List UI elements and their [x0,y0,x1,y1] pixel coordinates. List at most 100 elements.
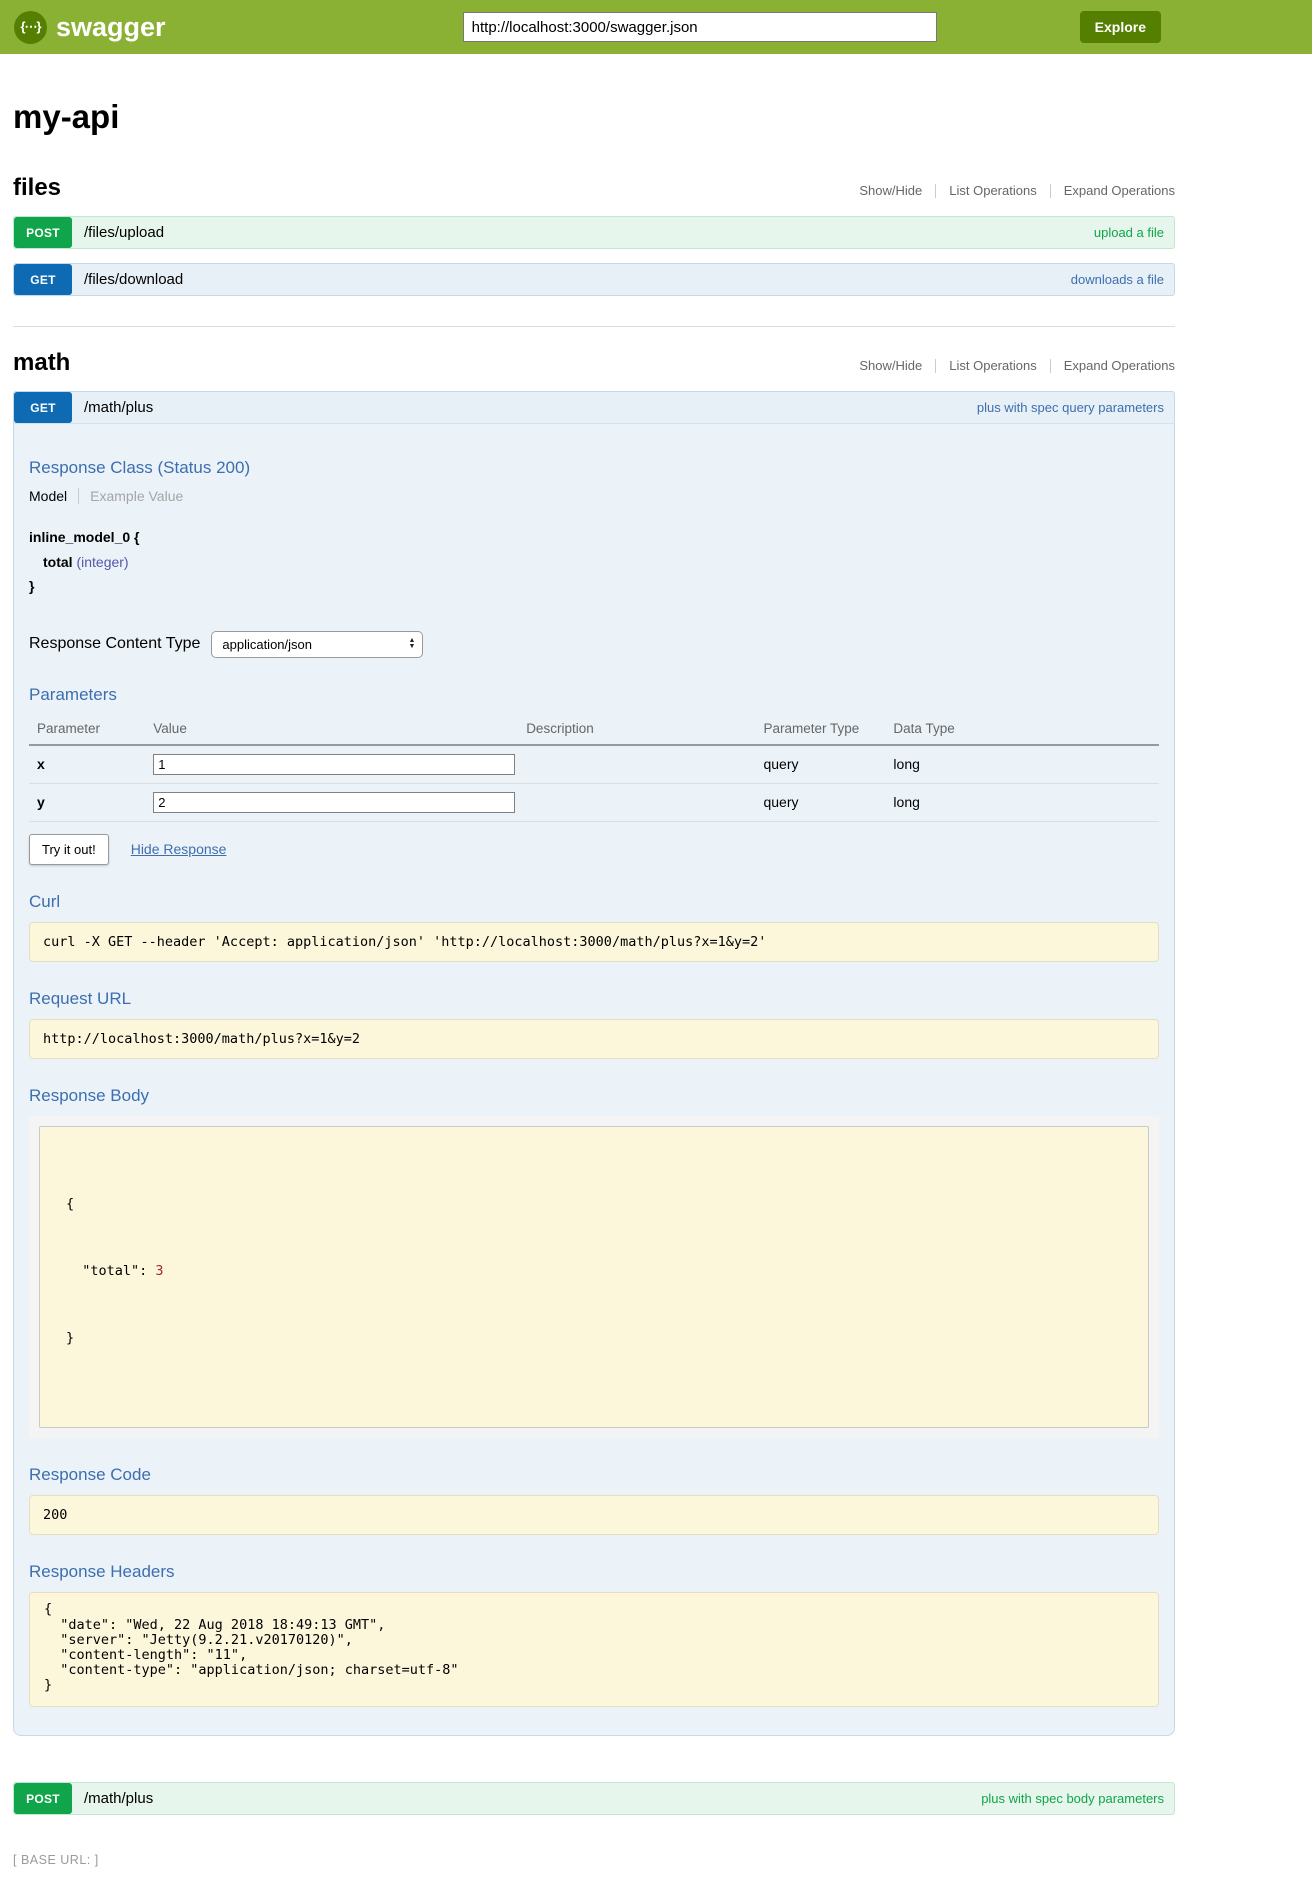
response-body-heading: Response Body [29,1086,1159,1106]
model-close: } [29,574,1159,599]
control-separator [935,359,936,373]
operation-post-math-plus: POST /math/plus plus with spec body para… [13,1782,1175,1815]
response-code-value: 200 [29,1495,1159,1535]
col-value: Value [153,715,526,745]
curl-command: curl -X GET --header 'Accept: applicatio… [29,922,1159,962]
operation-path-link[interactable]: /files/upload [84,224,164,241]
response-code-heading: Response Code [29,1465,1159,1485]
model-property: total (integer) [29,550,1159,575]
parameters-table: Parameter Value Description Parameter Ty… [29,715,1159,822]
operation-summary-link[interactable]: downloads a file [1071,272,1164,287]
col-parameter-type: Parameter Type [763,715,893,745]
parameters-heading: Parameters [29,685,1159,705]
param-name: x [29,745,153,784]
resource-name-files[interactable]: files [13,174,61,202]
select-arrows-icon: ▲▼ [408,638,415,650]
operation-heading: GET /math/plus plus with spec query para… [13,391,1175,424]
operation-path-link[interactable]: /math/plus [84,1790,153,1807]
param-name: y [29,783,153,821]
method-badge-post: POST [14,1783,72,1814]
model-open: inline_model_0 { [29,525,1159,550]
swagger-logo-icon: {⋯} [14,11,47,44]
operation-summary-link[interactable]: plus with spec body parameters [981,1791,1164,1806]
tab-model[interactable]: Model [29,488,79,504]
operation-path-link[interactable]: /math/plus [84,399,153,416]
operation-summary-link[interactable]: upload a file [1094,225,1164,240]
explore-button[interactable]: Explore [1080,11,1161,43]
hide-response-link[interactable]: Hide Response [131,841,227,857]
resource-files-header: files Show/Hide List Operations Expand O… [13,174,1175,202]
response-body-container: { "total": 3 } [29,1116,1159,1439]
selected-content-type: application/json [222,637,312,652]
json-open: { [66,1196,74,1212]
expand-operations-link[interactable]: Expand Operations [1064,183,1175,198]
control-separator [1050,359,1051,373]
response-content-type-row: Response Content Type application/json ▲… [29,631,1159,658]
resource-math-header: math Show/Hide List Operations Expand Op… [13,349,1175,377]
response-class-heading: Response Class (Status 200) [29,458,1159,478]
tab-example-value[interactable]: Example Value [79,488,183,504]
content-wrap: my-api files Show/Hide List Operations E… [13,98,1175,1897]
base-url-footer: [ BASE URL: ] [13,1853,1175,1867]
try-it-out-row: Try it out! Hide Response [29,834,1159,865]
response-headers-heading: Response Headers [29,1562,1159,1582]
show-hide-link[interactable]: Show/Hide [859,358,922,373]
expand-operations-link[interactable]: Expand Operations [1064,358,1175,373]
header-bar: {⋯} swagger Explore [0,0,1312,54]
param-data-type: long [893,745,1159,784]
param-x-input[interactable] [153,754,515,775]
curl-heading: Curl [29,892,1159,912]
control-separator [1050,184,1051,198]
operation-panel: Response Class (Status 200) Model Exampl… [13,424,1175,1736]
resource-math-controls: Show/Hide List Operations Expand Operati… [859,358,1175,373]
try-it-out-button[interactable]: Try it out! [29,834,109,865]
property-name: total [43,554,73,570]
param-data-type: long [893,783,1159,821]
param-description [526,745,763,784]
param-type: query [763,745,893,784]
param-type: query [763,783,893,821]
param-description [526,783,763,821]
json-total-key: "total": [66,1263,155,1279]
operation-heading: POST /files/upload upload a file [13,216,1175,249]
resource-math: math Show/Hide List Operations Expand Op… [13,349,1175,1815]
list-operations-link[interactable]: List Operations [949,183,1036,198]
model-tabs: Model Example Value [29,488,1159,504]
brand-title: swagger [56,12,166,43]
param-y-input[interactable] [153,792,515,813]
resource-files-controls: Show/Hide List Operations Expand Operati… [859,183,1175,198]
operation-summary-link[interactable]: plus with spec query parameters [977,400,1164,415]
method-badge-get: GET [14,392,72,423]
request-url-value: http://localhost:3000/math/plus?x=1&y=2 [29,1019,1159,1059]
list-operations-link[interactable]: List Operations [949,358,1036,373]
json-total-value: 3 [155,1263,163,1279]
parameter-row-y: y query long [29,783,1159,821]
col-description: Description [526,715,763,745]
spec-url-input[interactable] [463,12,937,42]
method-badge-get: GET [14,264,72,295]
swagger-brand-link[interactable]: {⋯} swagger [14,11,166,44]
operation-get-math-plus: GET /math/plus plus with spec query para… [13,391,1175,1736]
show-hide-link[interactable]: Show/Hide [859,183,922,198]
parameters-header-row: Parameter Value Description Parameter Ty… [29,715,1159,745]
operation-heading: POST /math/plus plus with spec body para… [13,1782,1175,1815]
response-headers-json: { "date": "Wed, 22 Aug 2018 18:49:13 GMT… [29,1592,1159,1707]
request-url-heading: Request URL [29,989,1159,1009]
resource-name-math[interactable]: math [13,349,70,377]
col-parameter: Parameter [29,715,153,745]
operation-get-files-download: GET /files/download downloads a file [13,263,1175,296]
property-type: (integer) [76,554,128,570]
page-title: my-api [13,98,1175,136]
model-signature: inline_model_0 { total (integer) } [29,525,1159,599]
response-content-type-select[interactable]: application/json ▲▼ [211,631,423,658]
col-data-type: Data Type [893,715,1159,745]
parameter-row-x: x query long [29,745,1159,784]
operation-post-files-upload: POST /files/upload upload a file [13,216,1175,249]
resource-files: files Show/Hide List Operations Expand O… [13,174,1175,296]
json-close: } [66,1330,74,1346]
resource-divider [13,326,1175,327]
operation-path-link[interactable]: /files/download [84,271,183,288]
operation-heading: GET /files/download downloads a file [13,263,1175,296]
control-separator [935,184,936,198]
response-content-type-label: Response Content Type [29,635,200,653]
